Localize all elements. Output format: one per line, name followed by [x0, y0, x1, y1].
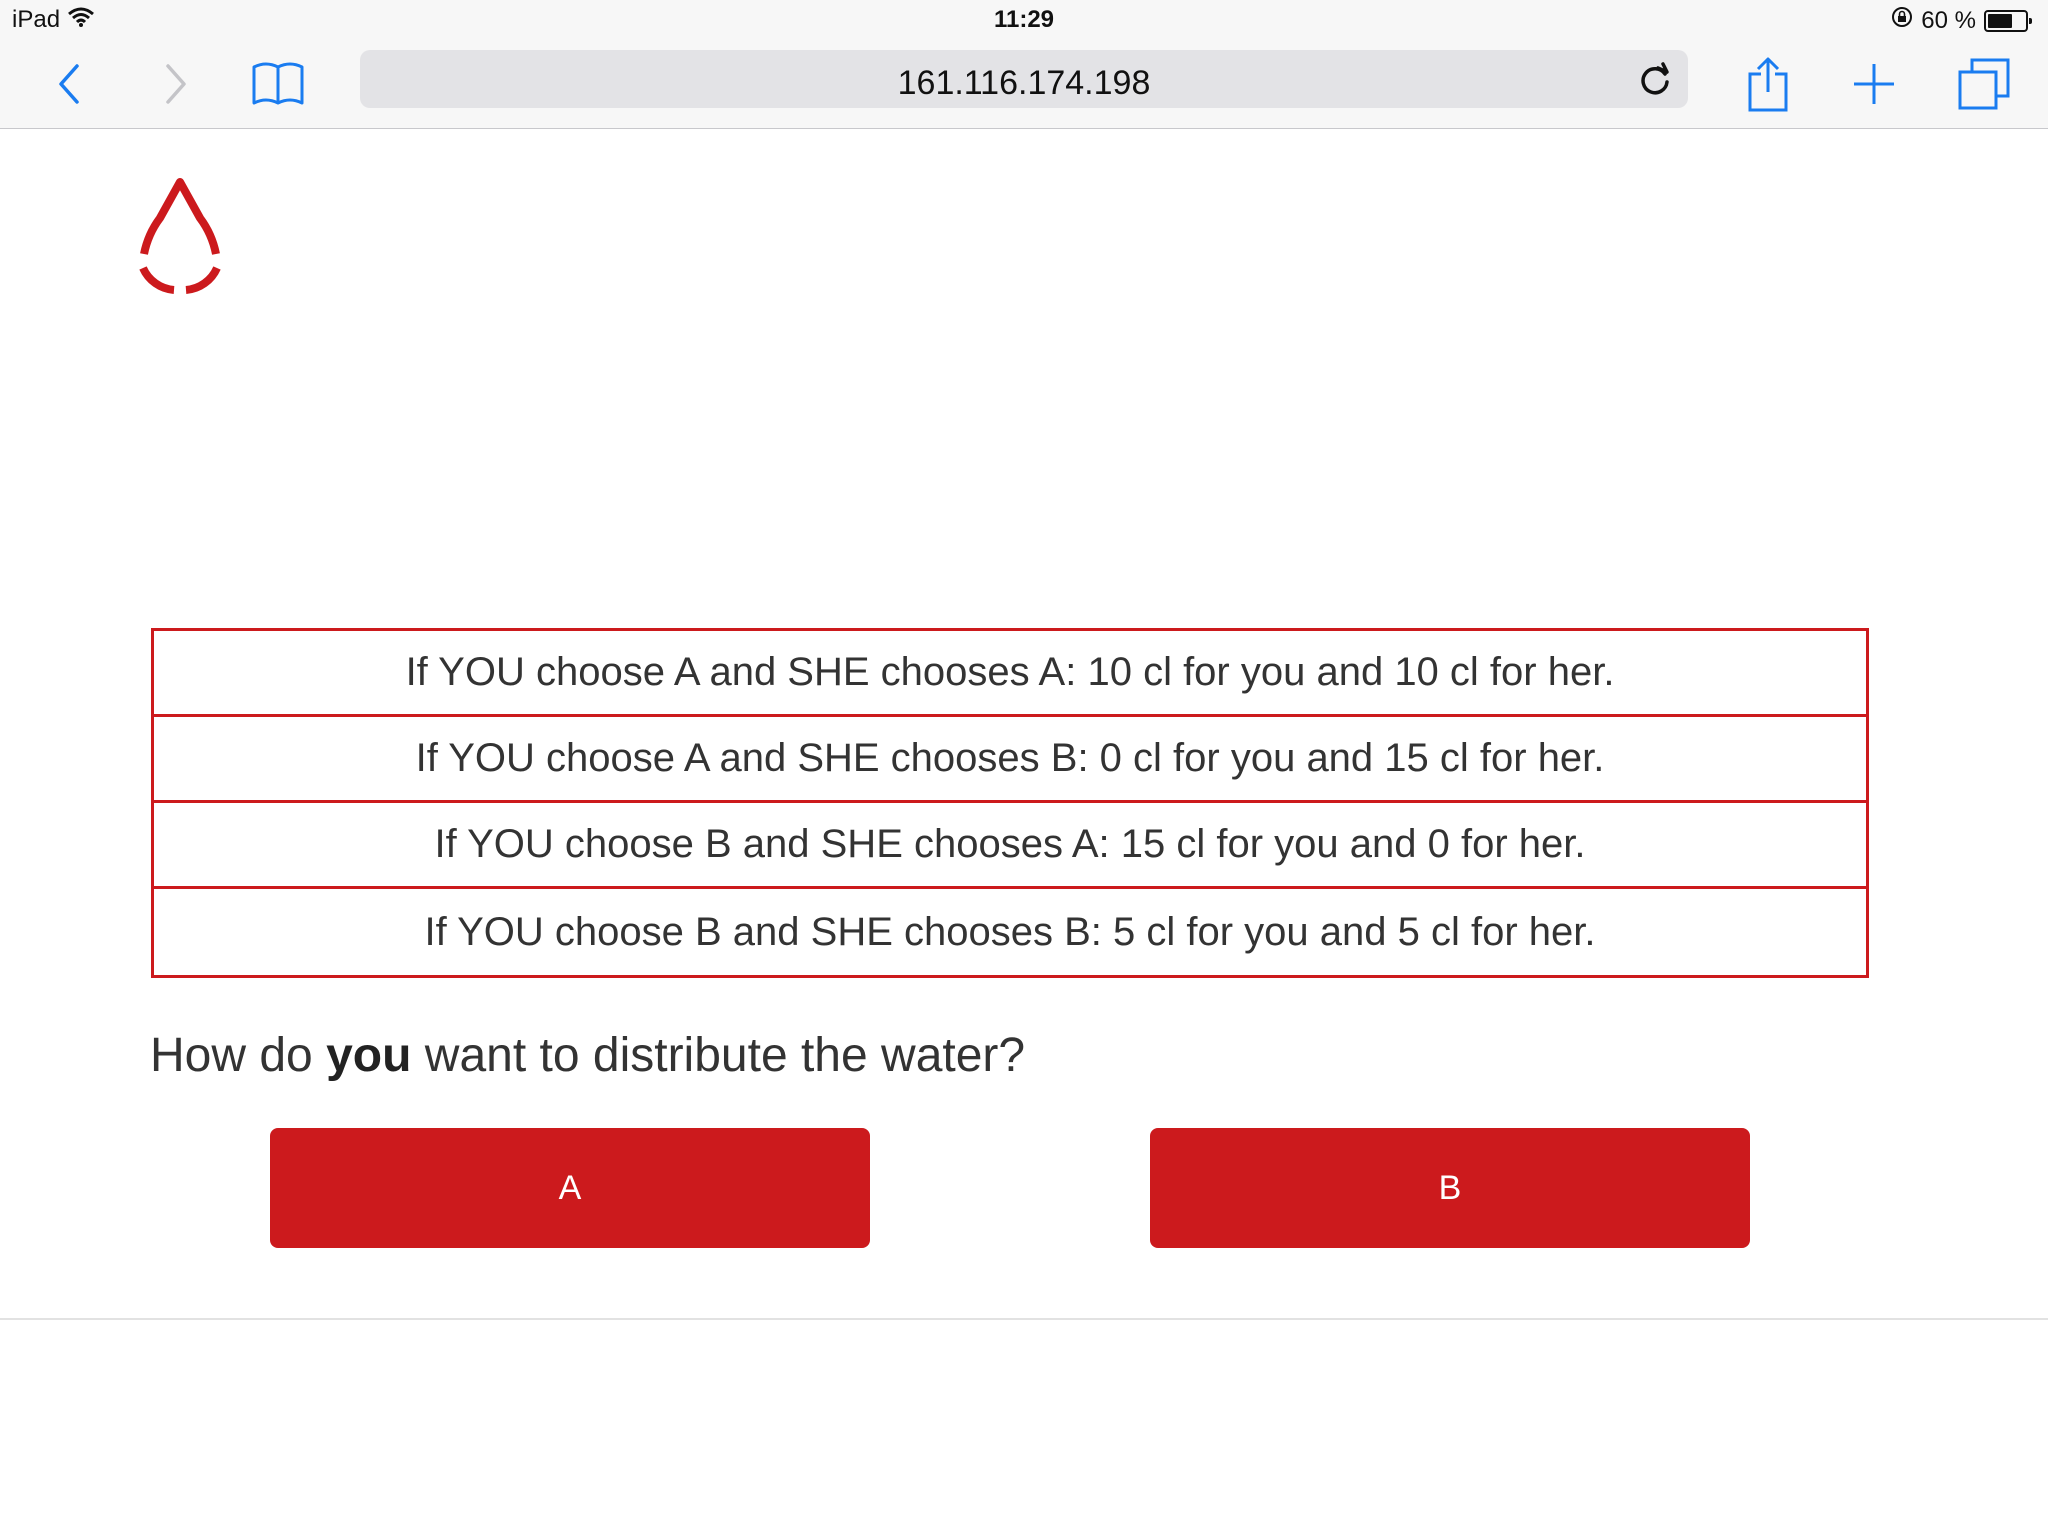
- address-bar[interactable]: 161.116.174.198: [360, 50, 1688, 108]
- new-tab-button[interactable]: [1844, 54, 1904, 114]
- footer-divider: [0, 1318, 2048, 1320]
- back-button[interactable]: [40, 54, 100, 114]
- forward-button[interactable]: [145, 54, 205, 114]
- question-after: want to distribute the water?: [411, 1029, 1026, 1082]
- question-emphasis: you: [326, 1029, 412, 1082]
- tabs-icon: [1958, 58, 2010, 110]
- question-before: How do: [150, 1029, 327, 1082]
- bookmarks-icon: [252, 62, 304, 105]
- water-drop-logo: [139, 178, 221, 294]
- safari-window: iPad 11:29 60 % 161.116.174.198 If YOU c…: [0, 0, 2048, 1536]
- share-button[interactable]: [1738, 54, 1798, 114]
- back-icon: [59, 64, 79, 104]
- add-tab-icon: [1854, 64, 1894, 104]
- battery-level: [1988, 13, 2012, 28]
- url-text: 161.116.174.198: [897, 64, 1151, 102]
- choice-b-button[interactable]: B: [1150, 1128, 1750, 1248]
- payoff-row: If YOU choose A and SHE chooses A: 10 cl…: [154, 631, 1866, 717]
- forward-icon: [166, 64, 186, 104]
- orientation-lock-icon: [1891, 6, 1913, 35]
- status-right: 60 %: [1891, 6, 2032, 35]
- question-text: How do you want to distribute the water?: [150, 1028, 1025, 1083]
- battery-icon: [1984, 9, 2032, 32]
- tabs-button[interactable]: [1954, 54, 2014, 114]
- reload-icon[interactable]: [1636, 60, 1674, 98]
- battery-percent: 60 %: [1921, 6, 1976, 34]
- browser-toolbar: 161.116.174.198: [0, 40, 2048, 129]
- bookmarks-button[interactable]: [248, 54, 308, 114]
- choice-a-button[interactable]: A: [270, 1128, 870, 1248]
- payoff-row: If YOU choose A and SHE chooses B: 0 cl …: [154, 717, 1866, 803]
- payoff-row: If YOU choose B and SHE chooses A: 15 cl…: [154, 803, 1866, 889]
- status-bar: iPad 11:29 60 %: [0, 0, 2048, 40]
- payoff-table: If YOU choose A and SHE chooses A: 10 cl…: [151, 628, 1869, 978]
- share-icon: [1748, 57, 1788, 112]
- status-time: 11:29: [993, 6, 1055, 33]
- payoff-row: If YOU choose B and SHE chooses B: 5 cl …: [424, 909, 1596, 954]
